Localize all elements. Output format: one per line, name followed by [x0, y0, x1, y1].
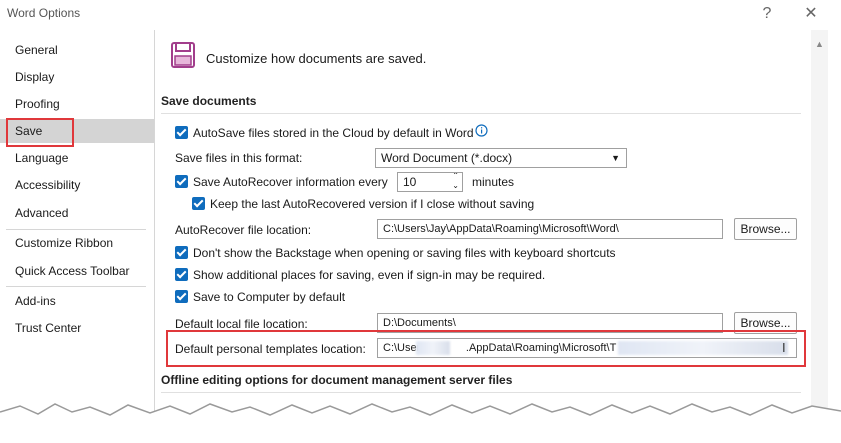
page-heading: Customize how documents are saved.	[206, 51, 427, 66]
title-bar: Word Options ? ✕	[0, 0, 841, 30]
templates-location-input[interactable]: C:\Users .AppData\Roaming\Microsoft\T I	[377, 338, 797, 358]
backstage-label: Don't show the Backstage when opening or…	[193, 246, 616, 260]
sidebar-divider	[6, 286, 146, 287]
sidebar-item-trust-center[interactable]: Trust Center	[0, 316, 154, 340]
chevron-down-icon: ▼	[611, 153, 620, 163]
additional-places-label: Show additional places for saving, even …	[193, 268, 546, 282]
autorecover-minutes-stepper[interactable]: 10 ⌃ ⌄	[397, 172, 463, 192]
templates-location-label: Default personal templates location:	[175, 342, 366, 356]
section-divider	[161, 392, 801, 393]
text-cursor-icon: I	[782, 340, 786, 355]
stepper-down-icon[interactable]: ⌄	[452, 181, 459, 191]
autorecover-location-label: AutoRecover file location:	[175, 223, 312, 237]
scroll-up-arrow-icon[interactable]: ▲	[811, 36, 828, 52]
sidebar-divider	[6, 229, 146, 230]
sidebar-item-add-ins[interactable]: Add-ins	[0, 289, 154, 313]
autorecover-minutes-value: 10	[403, 175, 417, 189]
autorecover-location-input[interactable]: C:\Users\Jay\AppData\Roaming\Microsoft\W…	[377, 219, 723, 239]
help-button[interactable]: ?	[752, 2, 782, 26]
autorecover-label: Save AutoRecover information every	[193, 175, 388, 189]
save-computer-checkbox[interactable]	[175, 290, 188, 303]
sidebar-item-language[interactable]: Language	[0, 146, 154, 170]
save-format-dropdown[interactable]: Word Document (*.docx) ▼	[375, 148, 627, 168]
backstage-checkbox[interactable]	[175, 246, 188, 259]
autorecover-checkbox[interactable]	[175, 175, 188, 188]
section-divider	[161, 113, 801, 114]
autosave-checkbox[interactable]	[175, 126, 188, 139]
close-button[interactable]: ✕	[796, 2, 826, 26]
sidebar: General Display Proofing Save Language A…	[0, 30, 155, 443]
keep-last-label: Keep the last AutoRecovered version if I…	[210, 197, 535, 211]
autorecover-browse-button[interactable]: Browse...	[734, 218, 797, 240]
info-icon[interactable]	[475, 124, 488, 140]
sidebar-item-general[interactable]: General	[0, 38, 154, 62]
window-title: Word Options	[7, 6, 81, 20]
default-local-label: Default local file location:	[175, 317, 308, 331]
save-format-value: Word Document (*.docx)	[381, 151, 513, 165]
section-title-offline: Offline editing options for document man…	[161, 373, 513, 387]
torn-edge-decoration	[0, 403, 841, 443]
sidebar-item-customize-ribbon[interactable]: Customize Ribbon	[0, 231, 154, 255]
content-pane: Customize how documents are saved. Save …	[155, 30, 827, 443]
save-computer-label: Save to Computer by default	[193, 290, 346, 304]
redaction-blur	[416, 341, 450, 355]
sidebar-item-advanced[interactable]: Advanced	[0, 201, 154, 225]
sidebar-item-display[interactable]: Display	[0, 65, 154, 89]
stepper-up-icon[interactable]: ⌃	[452, 173, 459, 181]
save-highlight-box	[6, 118, 74, 147]
sidebar-item-accessibility[interactable]: Accessibility	[0, 173, 154, 197]
sidebar-item-quick-access-toolbar[interactable]: Quick Access Toolbar	[0, 259, 154, 283]
format-label: Save files in this format:	[175, 151, 303, 165]
vertical-scrollbar[interactable]	[811, 30, 828, 443]
additional-places-checkbox[interactable]	[175, 268, 188, 281]
minutes-label: minutes	[472, 175, 515, 189]
sidebar-item-proofing[interactable]: Proofing	[0, 92, 154, 116]
autosave-label: AutoSave files stored in the Cloud by de…	[193, 126, 474, 140]
keep-last-checkbox[interactable]	[192, 197, 205, 210]
templates-path-rest: .AppData\Roaming\Microsoft\T	[465, 342, 617, 354]
save-disk-icon	[171, 42, 195, 71]
section-title-save-documents: Save documents	[161, 94, 257, 108]
redaction-blur	[618, 341, 788, 355]
